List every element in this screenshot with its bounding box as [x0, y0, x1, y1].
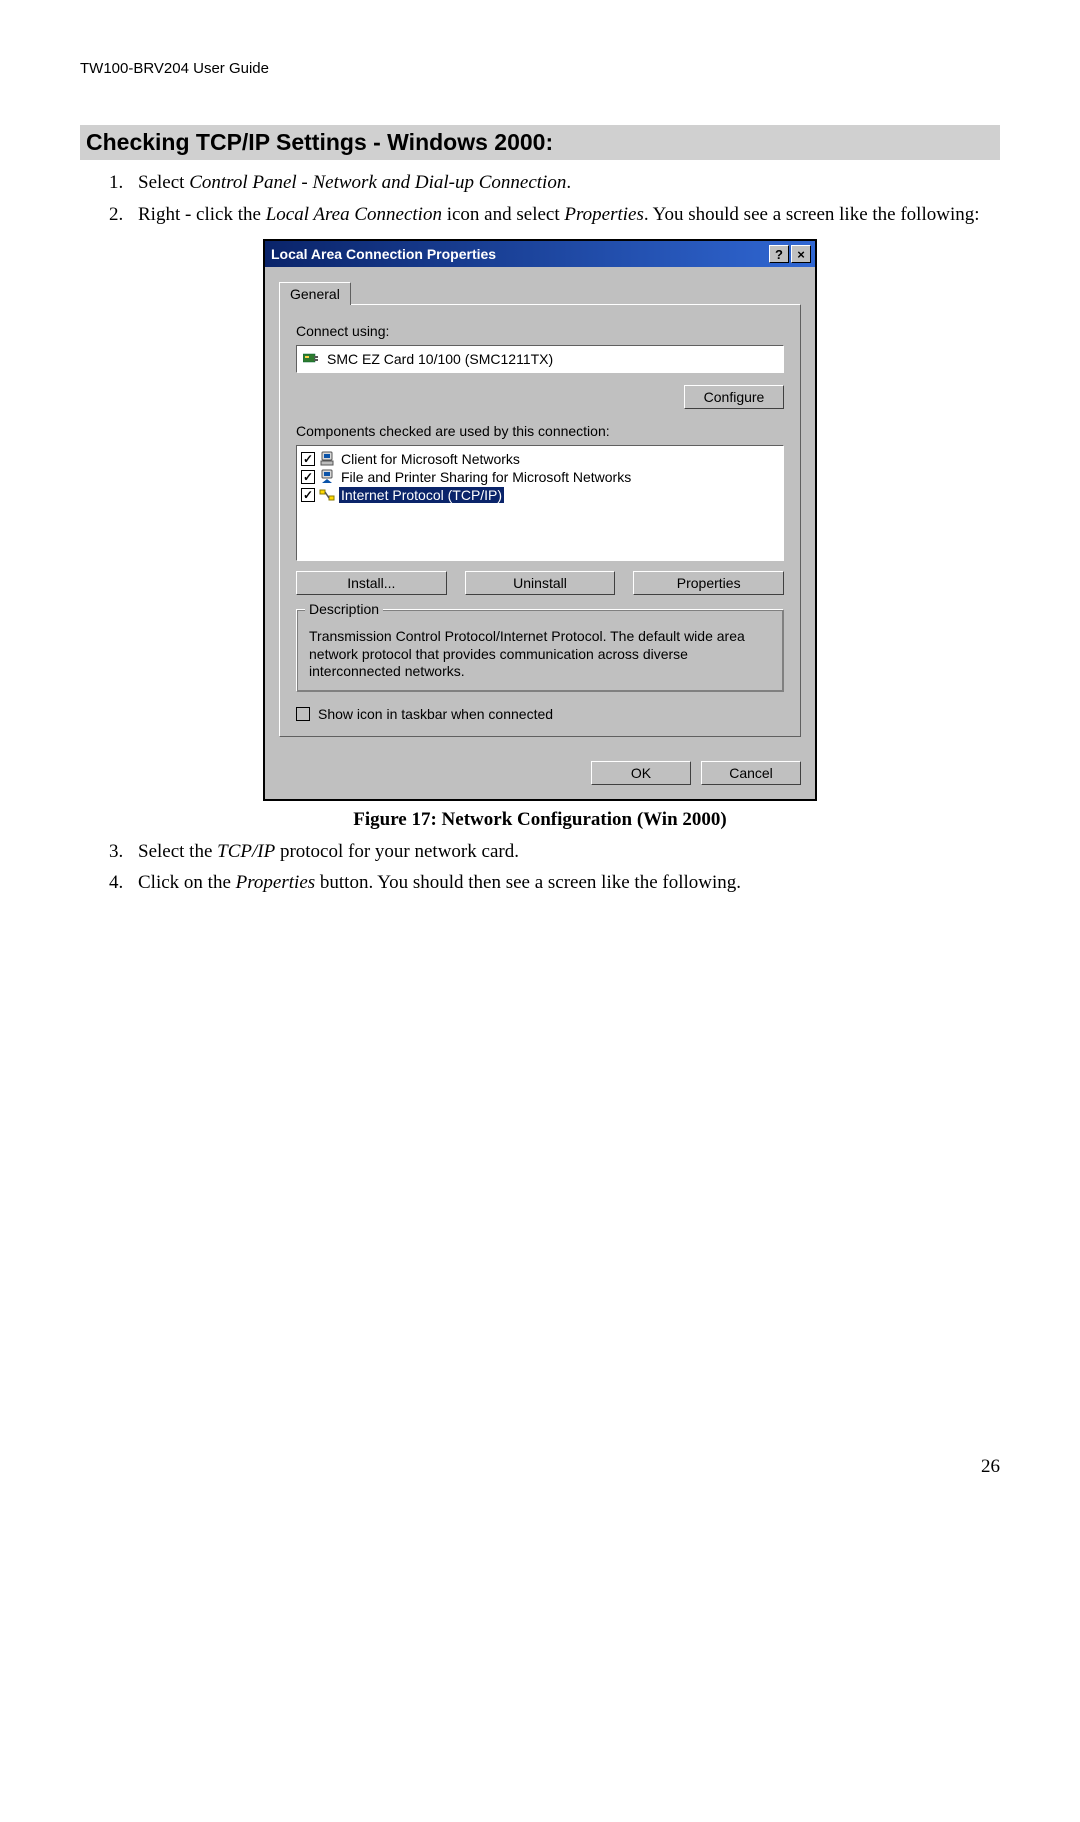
close-button[interactable]: ×	[791, 245, 811, 263]
install-button[interactable]: Install...	[296, 571, 447, 595]
description-title: Description	[305, 601, 383, 617]
component-item[interactable]: ✓ File and Printer Sharing for Microsoft…	[301, 468, 779, 486]
step-2: Right - click the Local Area Connection …	[128, 202, 1000, 228]
doc-header: TW100-BRV204 User Guide	[80, 60, 1000, 77]
configure-button[interactable]: Configure	[684, 385, 784, 409]
checkbox-unchecked-icon[interactable]	[296, 707, 310, 721]
checkbox-checked-icon[interactable]: ✓	[301, 470, 315, 484]
show-icon-checkbox-row[interactable]: Show icon in taskbar when connected	[296, 706, 784, 722]
dialog-titlebar: Local Area Connection Properties ? ×	[265, 241, 815, 267]
steps-list-2: Select the TCP/IP protocol for your netw…	[80, 839, 1000, 896]
page-number: 26	[80, 1456, 1000, 1478]
component-item[interactable]: ✓ Internet Protocol (TCP/IP)	[301, 486, 779, 504]
help-button[interactable]: ?	[769, 245, 789, 263]
show-icon-label: Show icon in taskbar when connected	[318, 706, 553, 722]
figure-caption: Figure 17: Network Configuration (Win 20…	[80, 809, 1000, 831]
components-list[interactable]: ✓ Client for Microsoft Networks ✓ File a…	[296, 445, 784, 561]
local-area-connection-dialog: Local Area Connection Properties ? × Gen…	[263, 239, 817, 801]
cancel-button[interactable]: Cancel	[701, 761, 801, 785]
description-text: Transmission Control Protocol/Internet P…	[309, 628, 771, 681]
properties-button[interactable]: Properties	[633, 571, 784, 595]
dialog-title: Local Area Connection Properties	[271, 246, 496, 262]
checkbox-checked-icon[interactable]: ✓	[301, 452, 315, 466]
components-label: Components checked are used by this conn…	[296, 423, 784, 439]
nic-name: SMC EZ Card 10/100 (SMC1211TX)	[327, 351, 553, 367]
nic-icon	[303, 352, 319, 366]
uninstall-button[interactable]: Uninstall	[465, 571, 616, 595]
file-printer-share-icon	[319, 469, 335, 485]
component-label: File and Printer Sharing for Microsoft N…	[339, 469, 633, 485]
component-item[interactable]: ✓ Client for Microsoft Networks	[301, 450, 779, 468]
step-4: Click on the Properties button. You shou…	[128, 870, 1000, 896]
steps-list-1: Select Control Panel - Network and Dial-…	[80, 170, 1000, 227]
step-3: Select the TCP/IP protocol for your netw…	[128, 839, 1000, 865]
description-groupbox: Description Transmission Control Protoco…	[296, 609, 784, 692]
nic-field: SMC EZ Card 10/100 (SMC1211TX)	[296, 345, 784, 373]
client-icon	[319, 451, 335, 467]
protocol-icon	[319, 487, 335, 503]
tab-general[interactable]: General	[279, 282, 351, 305]
component-label-selected: Internet Protocol (TCP/IP)	[339, 487, 504, 503]
section-title: Checking TCP/IP Settings - Windows 2000:	[80, 125, 1000, 160]
step-1: Select Control Panel - Network and Dial-…	[128, 170, 1000, 196]
connect-using-label: Connect using:	[296, 323, 784, 339]
checkbox-checked-icon[interactable]: ✓	[301, 488, 315, 502]
component-label: Client for Microsoft Networks	[339, 451, 522, 467]
ok-button[interactable]: OK	[591, 761, 691, 785]
